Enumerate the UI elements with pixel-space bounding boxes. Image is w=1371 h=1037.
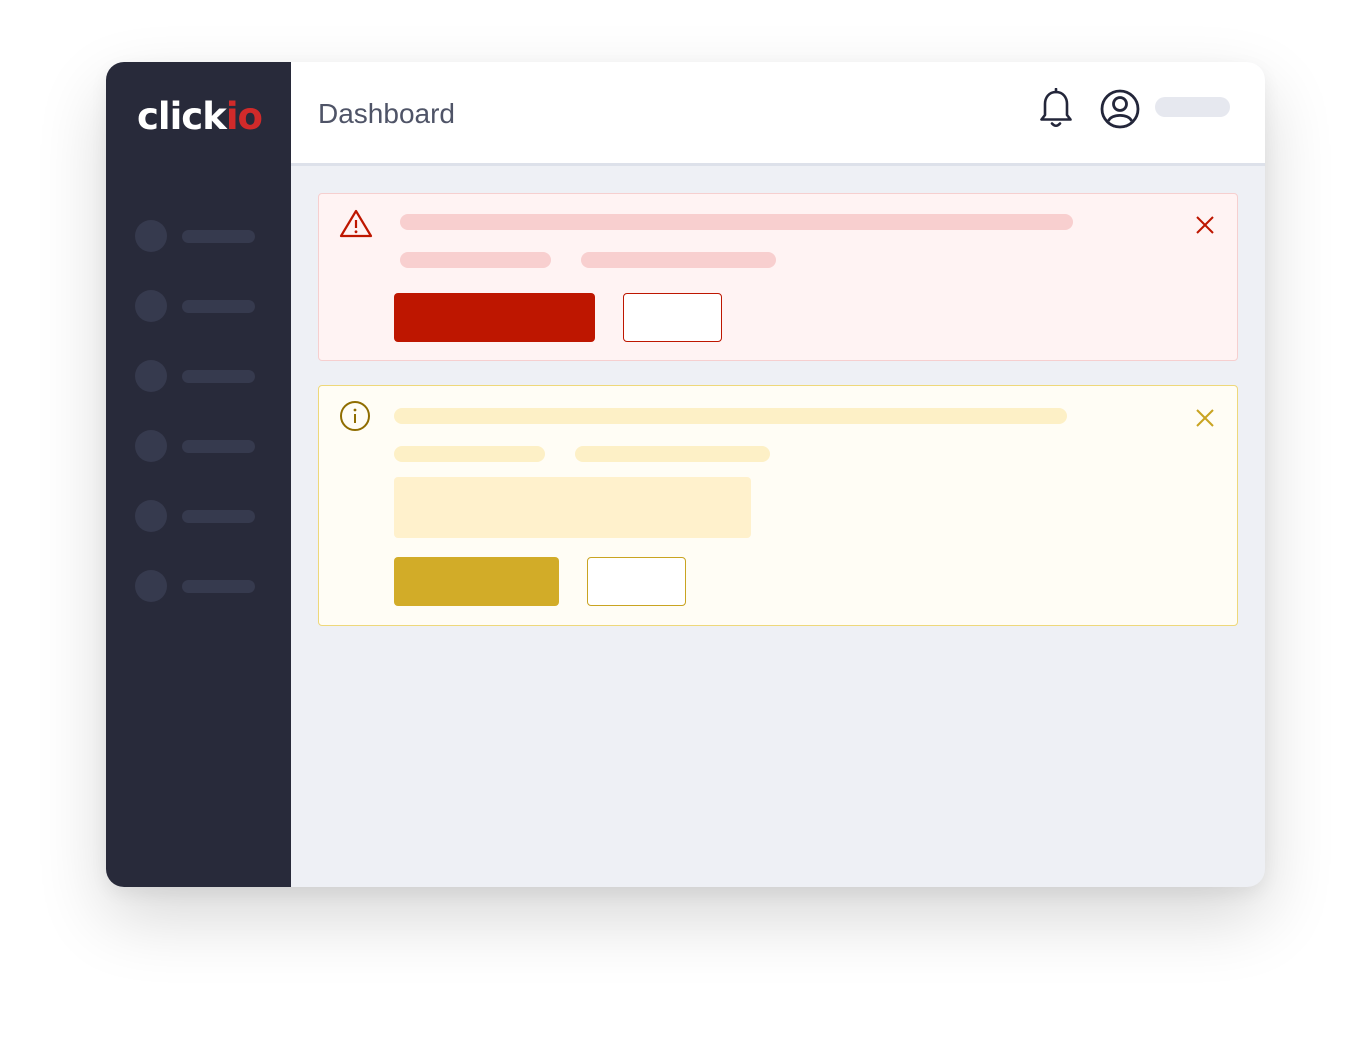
page-title: Dashboard	[318, 98, 455, 129]
nav-icon-placeholder	[135, 360, 167, 392]
nav-label-placeholder	[182, 510, 255, 523]
sidebar-item-3[interactable]	[135, 360, 285, 430]
nav-icon-placeholder	[135, 430, 167, 462]
sidebar: clickio	[106, 62, 291, 887]
clickio-logo[interactable]: clickio	[137, 94, 263, 140]
nav-icon-placeholder	[135, 570, 167, 602]
warning-triangle-icon	[339, 208, 373, 243]
sidebar-item-5[interactable]	[135, 500, 285, 570]
warning-secondary-button[interactable]	[587, 557, 686, 606]
nav-icon-placeholder	[135, 290, 167, 322]
sidebar-nav	[135, 220, 285, 640]
nav-label-placeholder	[182, 580, 255, 593]
top-header: Dashboard	[291, 62, 1265, 166]
alert-content-placeholder	[394, 477, 751, 538]
bell-icon[interactable]	[1039, 87, 1073, 135]
info-circle-icon	[339, 400, 371, 437]
alert-text-placeholder	[581, 252, 776, 268]
user-avatar-icon[interactable]	[1099, 88, 1141, 135]
alert-text-placeholder	[400, 252, 551, 268]
logo-text: click	[137, 95, 227, 138]
error-primary-button[interactable]	[394, 293, 595, 342]
nav-label-placeholder	[182, 440, 255, 453]
close-icon[interactable]	[1194, 407, 1216, 434]
nav-icon-placeholder	[135, 220, 167, 252]
nav-label-placeholder	[182, 370, 255, 383]
alert-text-placeholder	[575, 446, 770, 462]
error-secondary-button[interactable]	[623, 293, 722, 342]
nav-label-placeholder	[182, 300, 255, 313]
error-alert-banner	[318, 193, 1238, 361]
close-icon[interactable]	[1194, 214, 1216, 241]
sidebar-item-1[interactable]	[135, 220, 285, 290]
nav-icon-placeholder	[135, 500, 167, 532]
warning-alert-banner	[318, 385, 1238, 626]
nav-label-placeholder	[182, 230, 255, 243]
sidebar-item-6[interactable]	[135, 570, 285, 640]
app-window: clickio Dashboard	[106, 62, 1265, 887]
alert-title-placeholder	[394, 408, 1067, 424]
sidebar-item-2[interactable]	[135, 290, 285, 360]
logo-accent-text: io	[225, 95, 263, 138]
alert-title-placeholder	[400, 214, 1073, 230]
user-name-placeholder[interactable]	[1155, 97, 1230, 117]
sidebar-item-4[interactable]	[135, 430, 285, 500]
warning-primary-button[interactable]	[394, 557, 559, 606]
alert-text-placeholder	[394, 446, 545, 462]
